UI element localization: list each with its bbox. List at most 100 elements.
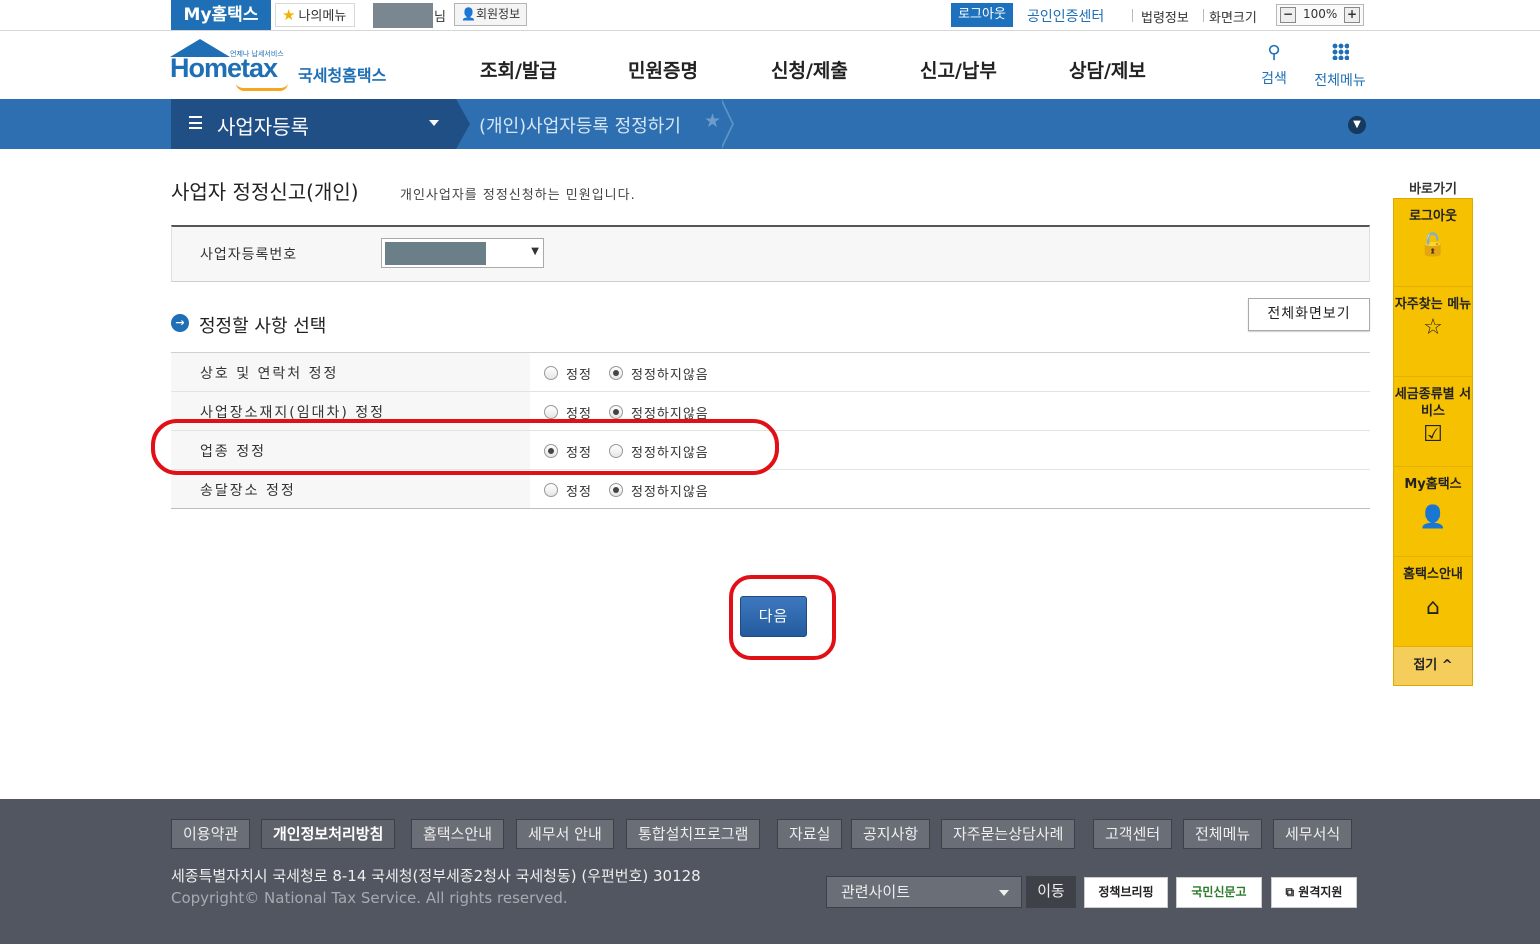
option-label: 송달장소 정정 — [200, 483, 296, 499]
member-info-label: 회원정보 — [475, 7, 521, 21]
favorite-star-icon[interactable]: ★ — [704, 110, 721, 132]
section-title: 정정할 사항 선택 — [199, 316, 327, 337]
biz-number-masked — [385, 242, 486, 265]
policy-briefing-banner[interactable]: 정책브리핑 — [1084, 877, 1168, 908]
quick-label: My홈택스 — [1404, 477, 1462, 492]
arrow-circle-icon: → — [171, 314, 189, 332]
footer-link[interactable]: 세무서식 — [1273, 819, 1353, 849]
highlight-annotation — [729, 575, 836, 660]
grid-icon — [1308, 43, 1372, 65]
footer-link[interactable]: 홈택스안내 — [411, 819, 505, 849]
biz-number-select[interactable]: ▼ — [381, 238, 544, 268]
quick-bar-title: 바로가기 — [1409, 182, 1457, 197]
all-menu-button[interactable]: 전체메뉴 — [1308, 43, 1372, 90]
radio-no-correct[interactable] — [609, 483, 623, 497]
footer-link[interactable]: 전체메뉴 — [1183, 819, 1263, 849]
page-title: 사업자 정정신고(개인) — [171, 180, 359, 204]
dropdown-arrow-icon: ▼ — [531, 246, 539, 257]
radio-no-correct-label: 정정하지않음 — [631, 485, 709, 500]
cert-center-link[interactable]: 공인인증센터 — [1027, 6, 1104, 26]
divider — [1203, 9, 1204, 22]
footer-link[interactable]: 세무서 안내 — [516, 819, 614, 849]
footer-link[interactable]: 이용약관 — [171, 819, 251, 849]
quick-label: 홈택스안내 — [1403, 567, 1463, 582]
remote-support-label: 원격지원 — [1298, 885, 1343, 899]
full-screen-button[interactable]: 전체화면보기 — [1248, 298, 1370, 331]
hometax-logo[interactable]: 언제나 납세서비스 Hometax 국세청홈택스 — [168, 39, 398, 93]
radio-correct-label: 정정 — [566, 485, 592, 500]
quick-my-hometax[interactable]: My홈택스 👤 — [1394, 467, 1472, 557]
radio-correct-label: 정정 — [566, 368, 592, 383]
related-sites-select[interactable]: 관련사이트 — [826, 876, 1022, 908]
move-button[interactable]: 이동 — [1026, 876, 1076, 908]
nav-report-pay[interactable]: 신고/납부 — [920, 56, 997, 83]
divider — [1132, 9, 1133, 22]
checkbox-icon: ☑ — [1423, 422, 1443, 447]
house-icon: ⌂ — [1426, 595, 1440, 620]
zoom-value: 100% — [1303, 7, 1338, 21]
quick-bar: 로그아웃 🔓 자주찾는 메뉴 ☆ 세금종류별 서비스 ☑ My홈택스 👤 홈택스… — [1393, 198, 1473, 686]
footer-link[interactable]: 고객센터 — [1093, 819, 1173, 849]
zoom-in-button[interactable]: + — [1344, 7, 1360, 23]
radio-no-correct[interactable] — [609, 366, 623, 380]
sinmungo-banner[interactable]: 국민신문고 — [1176, 877, 1262, 908]
biz-number-panel — [171, 225, 1370, 282]
related-sites-label: 관련사이트 — [841, 883, 911, 901]
footer-link[interactable]: 자료실 — [777, 819, 843, 849]
radio-no-correct-label: 정정하지않음 — [631, 368, 709, 383]
star-icon: ★ — [282, 6, 296, 24]
nav-inquiry[interactable]: 조회/발급 — [480, 56, 557, 83]
radio-correct[interactable] — [544, 483, 558, 497]
user-icon: 👤 — [1419, 505, 1447, 530]
screen-size-label: 화면크기 — [1209, 11, 1257, 26]
nav-apply[interactable]: 신청/제출 — [771, 56, 848, 83]
footer-link[interactable]: 통합설치프로그램 — [626, 819, 761, 849]
search-label: 검색 — [1261, 71, 1287, 87]
person-icon: 👤 — [461, 7, 476, 21]
utility-bar: My홈택스 ★ 나의메뉴 님 👤회원정보 로그아웃 공인인증센터 법령정보 화면크… — [0, 0, 1540, 31]
expand-chevron-icon[interactable]: ▼ — [1348, 116, 1366, 134]
radio-no-correct[interactable] — [609, 405, 623, 419]
location-section[interactable] — [171, 99, 456, 149]
search-button[interactable]: ⚲ 검색 — [1256, 43, 1292, 88]
zoom-control: − 100% + — [1276, 4, 1364, 26]
chevron-down-icon[interactable] — [429, 120, 439, 126]
quick-hometax-guide[interactable]: 홈택스안내 ⌂ — [1394, 557, 1472, 647]
zoom-out-button[interactable]: − — [1280, 7, 1296, 23]
quick-logout[interactable]: 로그아웃 🔓 — [1394, 199, 1472, 287]
unlock-icon: 🔓 — [1419, 233, 1447, 258]
logout-button[interactable]: 로그아웃 — [951, 3, 1013, 27]
my-menu-button[interactable]: ★ 나의메뉴 — [275, 3, 356, 27]
location-current[interactable]: (개인)사업자등록 정정하기 — [479, 112, 681, 138]
quick-label: 세금종류별 서비스 — [1394, 387, 1472, 419]
option-row: 상호 및 연락처 정정 정정 정정하지않음 — [171, 353, 1370, 392]
footer-link-privacy[interactable]: 개인정보처리방침 — [261, 819, 396, 849]
star-icon: ☆ — [1423, 315, 1443, 340]
my-hometax-tab[interactable]: My홈택스 — [171, 0, 271, 30]
quick-label: 로그아웃 — [1409, 209, 1457, 224]
logo-brand-kr: 국세청홈택스 — [298, 66, 387, 85]
radio-correct[interactable] — [544, 405, 558, 419]
location-arrow — [720, 99, 732, 149]
footer-link[interactable]: 자주묻는상담사례 — [941, 819, 1076, 849]
nav-consult[interactable]: 상담/제보 — [1069, 56, 1146, 83]
biz-number-label: 사업자등록번호 — [200, 247, 298, 263]
location-bar: 사업자등록 (개인)사업자등록 정정하기 ★ — [0, 99, 1540, 149]
quick-favorite-menu[interactable]: 자주찾는 메뉴 ☆ — [1394, 287, 1472, 377]
user-suffix: 님 — [434, 10, 446, 25]
quick-fold-button[interactable]: 접기 ^ — [1394, 647, 1472, 685]
chevron-down-icon — [999, 890, 1009, 896]
footer-link[interactable]: 공지사항 — [851, 819, 931, 849]
quick-tax-service[interactable]: 세금종류별 서비스 ☑ — [1394, 377, 1472, 467]
hamburger-icon — [189, 116, 202, 129]
option-row: 송달장소 정정 정정 정정하지않음 — [171, 470, 1370, 509]
law-info-link[interactable]: 법령정보 — [1141, 7, 1189, 26]
location-arrow — [456, 99, 470, 149]
member-info-button[interactable]: 👤회원정보 — [454, 3, 528, 26]
highlight-annotation — [151, 419, 779, 475]
remote-support-banner[interactable]: ⧉ 원격지원 — [1271, 877, 1357, 908]
nav-civil-cert[interactable]: 민원증명 — [628, 56, 698, 83]
page-description: 개인사업자를 정정신청하는 민원입니다. — [400, 188, 636, 203]
header: 언제나 납세서비스 Hometax 국세청홈택스 조회/발급 민원증명 신청/제… — [0, 31, 1540, 99]
radio-correct[interactable] — [544, 366, 558, 380]
